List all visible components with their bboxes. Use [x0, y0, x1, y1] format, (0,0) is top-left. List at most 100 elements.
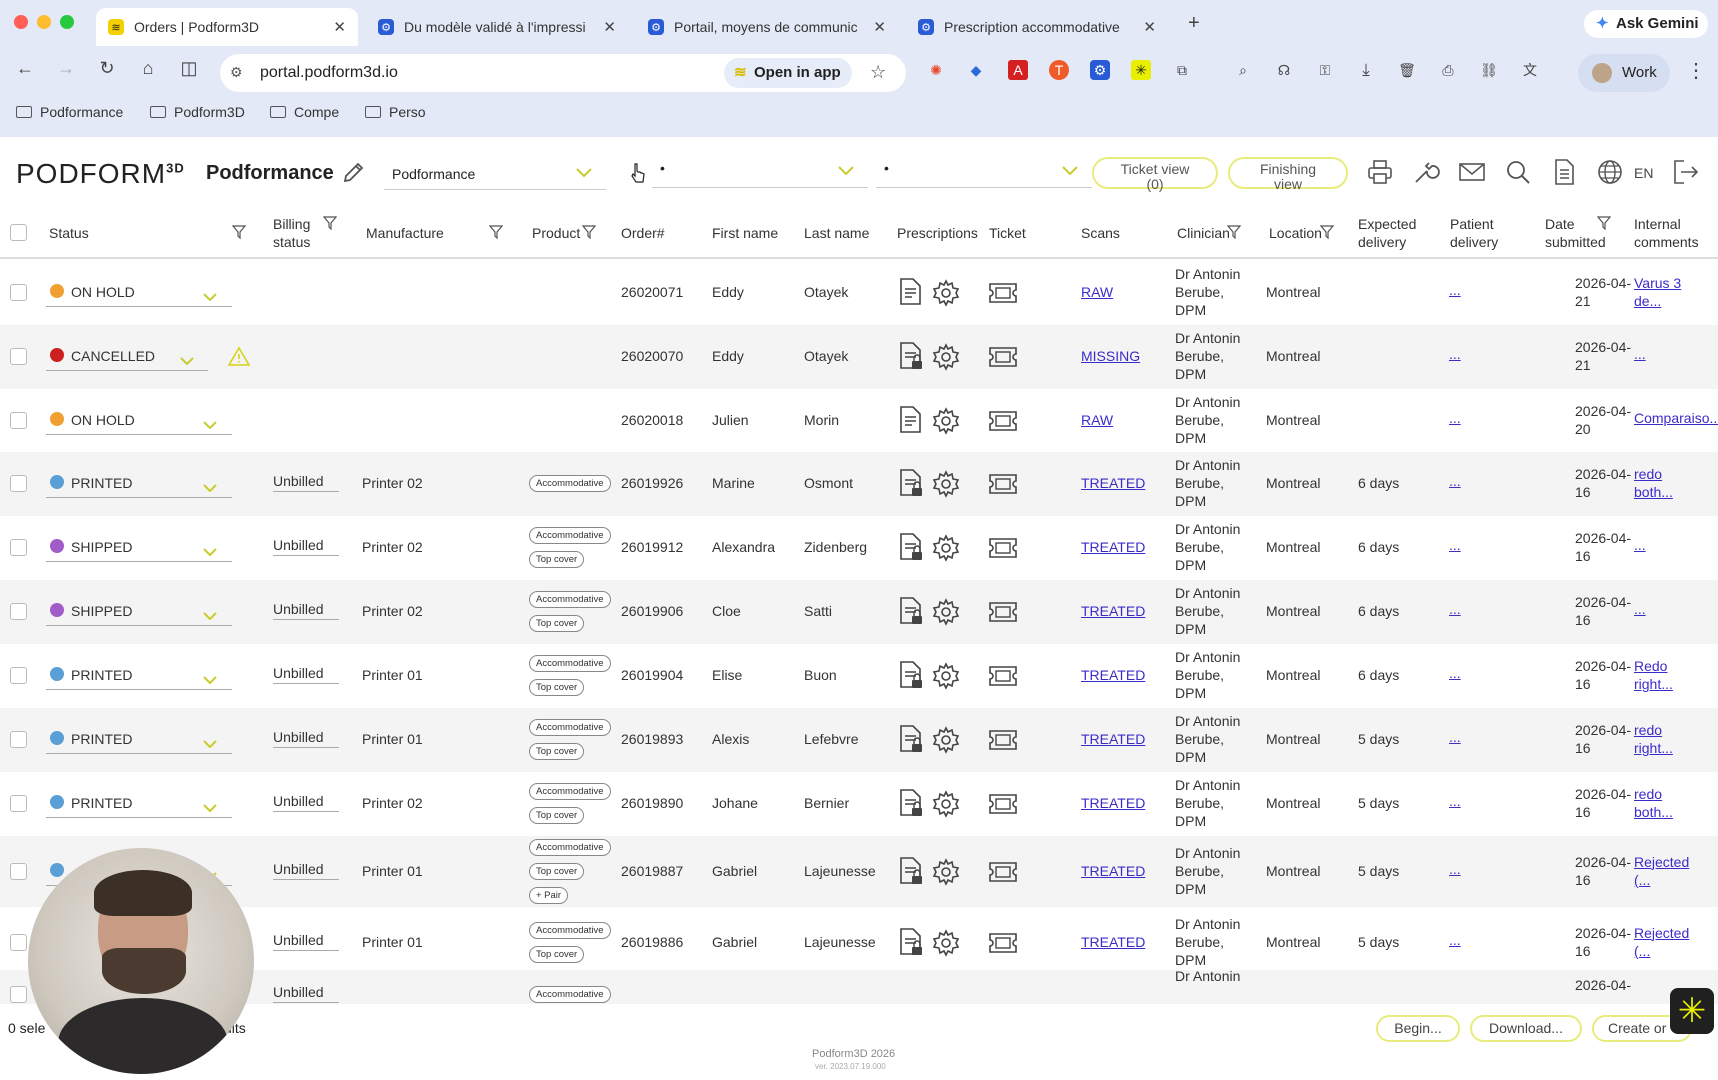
- prescription-document-icon[interactable]: [898, 927, 924, 962]
- prescription-document-icon[interactable]: [898, 468, 924, 503]
- ticket-icon[interactable]: [988, 793, 1018, 820]
- bookmark-podform3d[interactable]: Podform3D: [150, 104, 245, 120]
- ticket-icon[interactable]: [988, 665, 1018, 692]
- scan-link[interactable]: TREATED: [1081, 862, 1145, 880]
- gear-icon[interactable]: [932, 662, 960, 695]
- internal-comment-link[interactable]: Varus 3: [1634, 274, 1681, 292]
- order-number[interactable]: 26019890: [621, 794, 683, 812]
- column-last-name[interactable]: Last name: [804, 224, 869, 242]
- billing-status-select[interactable]: Unbilled: [273, 793, 339, 812]
- billing-status-select[interactable]: Unbilled: [273, 861, 339, 880]
- row-checkbox[interactable]: [10, 986, 27, 1003]
- filter-icon[interactable]: [232, 225, 246, 239]
- internal-comment-link[interactable]: both...: [1634, 483, 1673, 501]
- gear-icon[interactable]: [932, 279, 960, 312]
- gear-icon[interactable]: [932, 928, 960, 962]
- scan-link[interactable]: TREATED: [1081, 933, 1145, 951]
- internal-comment-link[interactable]: ...: [1634, 345, 1646, 363]
- order-number[interactable]: 26020071: [621, 283, 683, 301]
- order-number[interactable]: 26019886: [621, 933, 683, 951]
- filter-icon[interactable]: [323, 216, 337, 230]
- location-select[interactable]: •: [876, 158, 1092, 188]
- status-select[interactable]: [46, 753, 232, 754]
- status-select[interactable]: [46, 370, 208, 371]
- row-checkbox[interactable]: [10, 795, 27, 812]
- screen-search-icon[interactable]: ⌕: [1233, 60, 1253, 80]
- scan-link[interactable]: RAW: [1081, 411, 1113, 429]
- download-icon[interactable]: ⤓: [1356, 60, 1376, 80]
- order-number[interactable]: 26019912: [621, 538, 683, 556]
- chevron-down-icon[interactable]: [203, 735, 217, 749]
- internal-comment-link[interactable]: redo: [1634, 785, 1662, 803]
- internal-comment-link[interactable]: Rejected: [1634, 853, 1689, 871]
- globe-icon[interactable]: [1596, 158, 1624, 186]
- row-checkbox[interactable]: [10, 412, 27, 429]
- filter-icon[interactable]: [1597, 216, 1611, 230]
- internal-comment-link[interactable]: right...: [1634, 675, 1673, 693]
- billing-status-select[interactable]: Unbilled: [273, 665, 339, 684]
- patient-delivery-link[interactable]: ...: [1449, 664, 1461, 682]
- patient-delivery-link[interactable]: ...: [1449, 345, 1461, 363]
- prescription-document-icon[interactable]: [898, 405, 924, 440]
- column-manufacture[interactable]: Manufacture: [366, 224, 444, 242]
- print-icon[interactable]: ⎙: [1438, 60, 1458, 80]
- edit-pencil-icon[interactable]: [340, 160, 366, 186]
- table-row[interactable]: SHIPPED Unbilled Printer 02 Accommodative To…: [0, 580, 1718, 644]
- close-tab-icon[interactable]: ✕: [333, 18, 346, 36]
- patient-delivery-link[interactable]: ...: [1449, 931, 1461, 949]
- table-row[interactable]: PRINTED Unbilled Printer 01 Accommodative To…: [0, 644, 1718, 708]
- table-row[interactable]: ON HOLD 26020018 Julien Morin RAW Dr Antonin B…: [0, 389, 1718, 453]
- column-location[interactable]: Location: [1269, 224, 1322, 242]
- row-checkbox[interactable]: [10, 539, 27, 556]
- bookmark-podformance[interactable]: Podformance: [16, 104, 123, 120]
- row-checkbox[interactable]: [10, 862, 27, 880]
- extensions-puzzle-icon[interactable]: ⧉: [1172, 60, 1192, 80]
- finishing-view-button[interactable]: Finishing view: [1228, 157, 1348, 192]
- bookmark-star-icon[interactable]: ☆: [870, 62, 886, 83]
- table-row[interactable]: SHIPPED Unbilled Printer 02 Accommodative To…: [0, 516, 1718, 580]
- billing-status-select[interactable]: Unbilled: [273, 729, 339, 748]
- internal-comment-link[interactable]: redo: [1634, 721, 1662, 739]
- site-settings-icon[interactable]: ⚙: [230, 64, 243, 81]
- language-label[interactable]: EN: [1634, 165, 1653, 181]
- split-view-icon[interactable]: ◫: [177, 58, 201, 79]
- begin-button[interactable]: Begin...: [1376, 1015, 1460, 1042]
- row-checkbox[interactable]: [10, 348, 27, 365]
- tab-portail[interactable]: ⚙ Portail, moyens de communic ✕: [636, 8, 898, 46]
- table-row[interactable]: Unbilled Printer 01 Accommodative Top cover…: [0, 907, 1718, 978]
- row-checkbox[interactable]: [10, 731, 27, 748]
- table-row[interactable]: Unbilled Printer 01 Accommodative Top cover…: [0, 836, 1718, 907]
- ticket-icon[interactable]: [988, 932, 1018, 959]
- link-icon[interactable]: ⛓: [1479, 60, 1499, 80]
- ticket-icon[interactable]: [988, 473, 1018, 500]
- patient-delivery-link[interactable]: ...: [1449, 792, 1461, 810]
- patient-delivery-link[interactable]: ...: [1449, 728, 1461, 746]
- tab-prescription[interactable]: ⚙ Prescription accommodative ✕: [906, 8, 1168, 46]
- logout-icon[interactable]: [1672, 158, 1700, 186]
- status-select[interactable]: [46, 497, 232, 498]
- order-number[interactable]: 26020018: [621, 411, 683, 429]
- ask-gemini-button[interactable]: ✦ Ask Gemini: [1584, 10, 1708, 38]
- gear-icon[interactable]: [932, 470, 960, 503]
- ticket-icon[interactable]: [988, 410, 1018, 437]
- column-internal-comments[interactable]: Internal comments: [1634, 215, 1710, 251]
- close-tab-icon[interactable]: ✕: [603, 18, 616, 36]
- chevron-down-icon[interactable]: [203, 799, 217, 813]
- table-row[interactable]: ON HOLD 26020071 Eddy Otayek RAW Dr Antonin Be…: [0, 261, 1718, 325]
- prescription-document-icon[interactable]: [898, 277, 924, 312]
- billing-status-select[interactable]: Unbilled: [273, 537, 339, 556]
- patient-delivery-link[interactable]: ...: [1449, 281, 1461, 299]
- scan-link[interactable]: TREATED: [1081, 666, 1145, 684]
- internal-comment-link[interactable]: redo: [1634, 465, 1662, 483]
- patient-delivery-link[interactable]: ...: [1449, 600, 1461, 618]
- order-number[interactable]: 26020070: [621, 347, 683, 365]
- scan-link[interactable]: TREATED: [1081, 602, 1145, 620]
- wrench-icon[interactable]: [1412, 158, 1440, 186]
- billing-status-select[interactable]: Unbilled: [273, 601, 339, 620]
- internal-comment-link[interactable]: Redo: [1634, 657, 1667, 675]
- internal-comment-link[interactable]: (...: [1634, 942, 1650, 960]
- document-icon[interactable]: [1550, 158, 1578, 186]
- internal-comment-link[interactable]: de...: [1634, 292, 1661, 310]
- asterisk-extension-icon[interactable]: ✳: [1131, 60, 1151, 80]
- gear-icon[interactable]: [932, 857, 960, 891]
